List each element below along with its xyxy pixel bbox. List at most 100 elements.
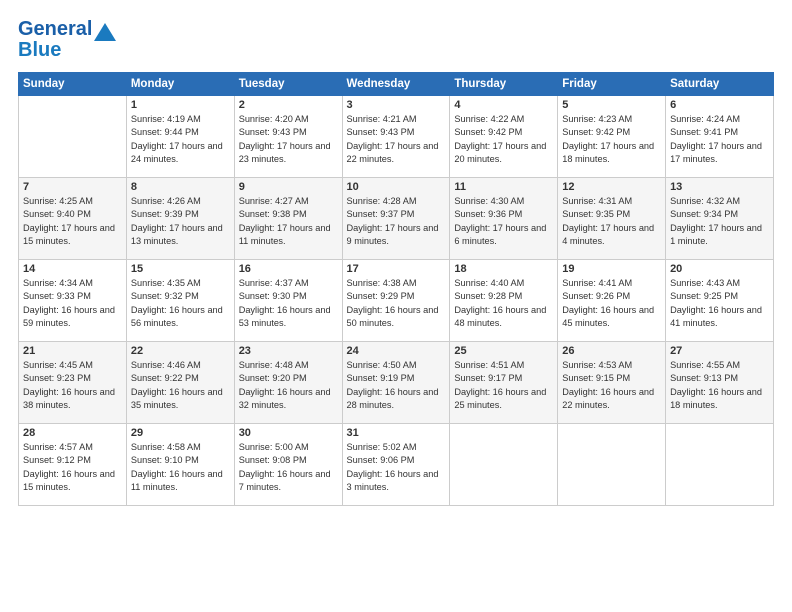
- day-cell: 16Sunrise: 4:37 AMSunset: 9:30 PMDayligh…: [234, 260, 342, 342]
- day-info: Sunrise: 4:40 AMSunset: 9:28 PMDaylight:…: [454, 277, 553, 330]
- day-cell: 15Sunrise: 4:35 AMSunset: 9:32 PMDayligh…: [126, 260, 234, 342]
- daylight-text: Daylight: 17 hours and 15 minutes.: [23, 222, 122, 249]
- sunset-text: Sunset: 9:42 PM: [562, 126, 661, 139]
- sunset-text: Sunset: 9:37 PM: [347, 208, 446, 221]
- day-cell: 20Sunrise: 4:43 AMSunset: 9:25 PMDayligh…: [666, 260, 774, 342]
- day-info: Sunrise: 4:23 AMSunset: 9:42 PMDaylight:…: [562, 113, 661, 166]
- weekday-header-monday: Monday: [126, 73, 234, 96]
- day-number: 21: [23, 345, 122, 357]
- week-row-0: 1 Sunrise: 4:19 AMSunset: 9:44 PMDaylight…: [19, 96, 774, 178]
- daylight-text: Daylight: 17 hours and 6 minutes.: [454, 222, 553, 249]
- sunrise-text: Sunrise: 4:48 AM: [239, 359, 338, 372]
- day-cell: 25Sunrise: 4:51 AMSunset: 9:17 PMDayligh…: [450, 342, 558, 424]
- daylight-text: Daylight: 16 hours and 45 minutes.: [562, 304, 661, 331]
- sunset-text: Sunset: 9:26 PM: [562, 290, 661, 303]
- day-number: 27: [670, 345, 769, 357]
- day-info: Sunrise: 4:25 AMSunset: 9:40 PMDaylight:…: [23, 195, 122, 248]
- day-cell: [666, 424, 774, 506]
- sunrise-text: Sunrise: 4:55 AM: [670, 359, 769, 372]
- day-cell: 18 Sunrise: 4:40 AMSunset: 9:28 PMDayligh…: [450, 260, 558, 342]
- day-cell: 13Sunrise: 4:32 AMSunset: 9:34 PMDayligh…: [666, 178, 774, 260]
- day-cell: 1 Sunrise: 4:19 AMSunset: 9:44 PMDaylight…: [126, 96, 234, 178]
- day-number: 6: [670, 99, 769, 111]
- weekday-header-saturday: Saturday: [666, 73, 774, 96]
- daylight-text: Daylight: 17 hours and 22 minutes.: [347, 140, 446, 167]
- daylight-text: Daylight: 16 hours and 22 minutes.: [562, 386, 661, 413]
- day-number: 28: [23, 427, 122, 439]
- calendar: SundayMondayTuesdayWednesdayThursdayFrid…: [18, 72, 774, 506]
- page: General Blue SundayMondayTuesdayWednesda…: [0, 0, 792, 612]
- day-cell: 24Sunrise: 4:50 AMSunset: 9:19 PMDayligh…: [342, 342, 450, 424]
- sunrise-text: Sunrise: 4:23 AM: [562, 113, 661, 126]
- day-number: 18: [454, 263, 553, 275]
- sunrise-text: Sunrise: 4:22 AM: [454, 113, 553, 126]
- sunrise-text: Sunrise: 4:30 AM: [454, 195, 553, 208]
- day-number: 29: [131, 427, 230, 439]
- sunrise-text: Sunrise: 4:24 AM: [670, 113, 769, 126]
- sunset-text: Sunset: 9:40 PM: [23, 208, 122, 221]
- day-number: 15: [131, 263, 230, 275]
- sunset-text: Sunset: 9:17 PM: [454, 372, 553, 385]
- day-cell: 7Sunrise: 4:25 AMSunset: 9:40 PMDaylight…: [19, 178, 127, 260]
- day-number: 17: [347, 263, 446, 275]
- sunrise-text: Sunrise: 4:20 AM: [239, 113, 338, 126]
- sunset-text: Sunset: 9:15 PM: [562, 372, 661, 385]
- sunrise-text: Sunrise: 4:28 AM: [347, 195, 446, 208]
- daylight-text: Daylight: 17 hours and 18 minutes.: [562, 140, 661, 167]
- sunset-text: Sunset: 9:39 PM: [131, 208, 230, 221]
- sunrise-text: Sunrise: 4:51 AM: [454, 359, 553, 372]
- sunset-text: Sunset: 9:36 PM: [454, 208, 553, 221]
- day-info: Sunrise: 5:02 AMSunset: 9:06 PMDaylight:…: [347, 441, 446, 494]
- day-info: Sunrise: 4:34 AMSunset: 9:33 PMDaylight:…: [23, 277, 122, 330]
- day-info: Sunrise: 4:53 AMSunset: 9:15 PMDaylight:…: [562, 359, 661, 412]
- day-number: 3: [347, 99, 446, 111]
- day-number: 4: [454, 99, 553, 111]
- day-info: Sunrise: 4:19 AMSunset: 9:44 PMDaylight:…: [131, 113, 230, 166]
- day-info: Sunrise: 4:50 AMSunset: 9:19 PMDaylight:…: [347, 359, 446, 412]
- day-number: 2: [239, 99, 338, 111]
- logo-arrow-icon: [94, 19, 116, 41]
- sunset-text: Sunset: 9:41 PM: [670, 126, 769, 139]
- day-number: 8: [131, 181, 230, 193]
- day-cell: [19, 96, 127, 178]
- sunset-text: Sunset: 9:08 PM: [239, 454, 338, 467]
- logo: General Blue: [18, 18, 116, 62]
- day-number: 5: [562, 99, 661, 111]
- day-cell: 9Sunrise: 4:27 AMSunset: 9:38 PMDaylight…: [234, 178, 342, 260]
- day-cell: 3Sunrise: 4:21 AMSunset: 9:43 PMDaylight…: [342, 96, 450, 178]
- sunrise-text: Sunrise: 4:27 AM: [239, 195, 338, 208]
- sunrise-text: Sunrise: 4:34 AM: [23, 277, 122, 290]
- sunset-text: Sunset: 9:32 PM: [131, 290, 230, 303]
- day-info: Sunrise: 4:37 AMSunset: 9:30 PMDaylight:…: [239, 277, 338, 330]
- sunrise-text: Sunrise: 4:26 AM: [131, 195, 230, 208]
- day-info: Sunrise: 4:30 AMSunset: 9:36 PMDaylight:…: [454, 195, 553, 248]
- daylight-text: Daylight: 17 hours and 24 minutes.: [131, 140, 230, 167]
- day-cell: [558, 424, 666, 506]
- week-row-4: 28Sunrise: 4:57 AMSunset: 9:12 PMDayligh…: [19, 424, 774, 506]
- daylight-text: Daylight: 16 hours and 59 minutes.: [23, 304, 122, 331]
- day-info: Sunrise: 4:58 AMSunset: 9:10 PMDaylight:…: [131, 441, 230, 494]
- day-number: 1: [131, 99, 230, 111]
- daylight-text: Daylight: 16 hours and 41 minutes.: [670, 304, 769, 331]
- day-cell: 29 Sunrise: 4:58 AMSunset: 9:10 PMDayligh…: [126, 424, 234, 506]
- weekday-header-row: SundayMondayTuesdayWednesdayThursdayFrid…: [19, 73, 774, 96]
- week-row-1: 7Sunrise: 4:25 AMSunset: 9:40 PMDaylight…: [19, 178, 774, 260]
- weekday-header-friday: Friday: [558, 73, 666, 96]
- daylight-text: Daylight: 16 hours and 7 minutes.: [239, 468, 338, 495]
- day-cell: 23Sunrise: 4:48 AMSunset: 9:20 PMDayligh…: [234, 342, 342, 424]
- sunset-text: Sunset: 9:20 PM: [239, 372, 338, 385]
- day-cell: 6Sunrise: 4:24 AMSunset: 9:41 PMDaylight…: [666, 96, 774, 178]
- sunset-text: Sunset: 9:35 PM: [562, 208, 661, 221]
- sunrise-text: Sunrise: 4:40 AM: [454, 277, 553, 290]
- day-number: 30: [239, 427, 338, 439]
- header: General Blue: [18, 18, 774, 62]
- day-cell: 26Sunrise: 4:53 AMSunset: 9:15 PMDayligh…: [558, 342, 666, 424]
- sunset-text: Sunset: 9:38 PM: [239, 208, 338, 221]
- sunset-text: Sunset: 9:43 PM: [239, 126, 338, 139]
- sunset-text: Sunset: 9:13 PM: [670, 372, 769, 385]
- daylight-text: Daylight: 16 hours and 32 minutes.: [239, 386, 338, 413]
- day-info: Sunrise: 4:48 AMSunset: 9:20 PMDaylight:…: [239, 359, 338, 412]
- day-info: Sunrise: 4:22 AMSunset: 9:42 PMDaylight:…: [454, 113, 553, 166]
- sunset-text: Sunset: 9:30 PM: [239, 290, 338, 303]
- sunrise-text: Sunrise: 4:32 AM: [670, 195, 769, 208]
